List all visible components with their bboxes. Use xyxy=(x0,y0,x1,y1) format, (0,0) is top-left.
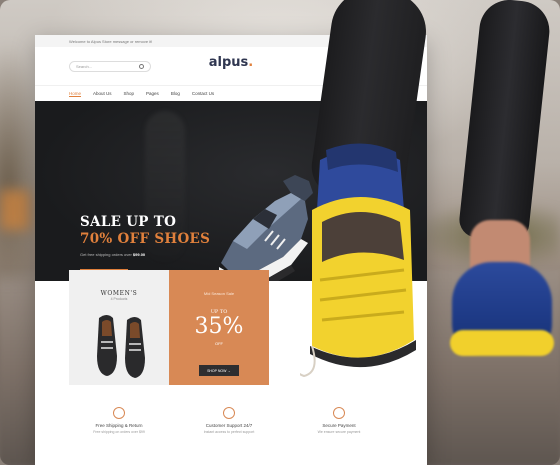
shipping-icon xyxy=(113,407,125,419)
welcome-message: Welcome to Alpus Store message or remove… xyxy=(69,38,153,44)
blurred-orange-object xyxy=(0,190,30,230)
search-placeholder: Search... xyxy=(76,63,93,69)
womens-title: WOMEN'S xyxy=(100,290,138,297)
payment-icon xyxy=(333,407,345,419)
logo-dot: . xyxy=(248,55,254,70)
womens-banner[interactable]: WOMEN'S 4 Products xyxy=(69,270,169,385)
feature-title: Customer Support 24/7 xyxy=(205,423,253,428)
feature-strip: Free Shipping & Return Free shipping on … xyxy=(69,407,389,434)
nav-item-pages[interactable]: Pages xyxy=(146,91,159,96)
feature-title: Free Shipping & Return xyxy=(95,423,143,428)
nav-item-blog[interactable]: Blog xyxy=(171,91,180,96)
support-icon xyxy=(223,407,235,419)
site-logo[interactable]: alpus. xyxy=(209,56,253,69)
hero-desc-amount: $99.00 xyxy=(132,252,146,257)
category-banners: WOMEN'S 4 Products Mid Season Sale UP TO… xyxy=(69,270,269,385)
nav-item-about[interactable]: About Us xyxy=(93,91,112,96)
feature-sub: Free shipping on orders over $99 xyxy=(93,430,145,434)
feature-shipping: Free Shipping & Return Free shipping on … xyxy=(69,407,169,434)
logo-text: alpus xyxy=(208,55,249,70)
hero-headline: SALE UP TO 70% OFF SHOES xyxy=(80,214,210,248)
feature-title: Secure Payment xyxy=(322,423,356,428)
runner-shoe-sole xyxy=(450,330,554,356)
nav-item-shop[interactable]: Shop xyxy=(124,91,135,96)
sale-banner[interactable]: Mid Season Sale UP TO 35% OFF SHOP NOW → xyxy=(169,270,269,385)
hero-headline-accent: 70% OFF SHOES xyxy=(80,231,211,247)
sale-off: OFF xyxy=(215,341,223,346)
womens-subtitle: 4 Products xyxy=(110,297,128,301)
womens-shoes-image xyxy=(97,315,145,378)
feature-support: Customer Support 24/7 Instant access to … xyxy=(179,407,279,434)
sale-percent: 35% xyxy=(194,314,244,339)
search-input[interactable]: Search... xyxy=(69,60,151,72)
runner-front-shoe xyxy=(300,143,416,378)
nav-item-contact[interactable]: Contact Us xyxy=(192,91,214,96)
feature-payment: Secure Payment We ensure secure payment xyxy=(289,407,389,434)
hero-description: Get free shipping orders over $99.00 xyxy=(80,252,145,257)
nav-item-home[interactable]: Home xyxy=(69,91,82,97)
hero-headline-line1: SALE UP TO xyxy=(80,214,177,230)
feature-sub: Instant access to perfect support xyxy=(203,430,255,434)
sale-tag: Mid Season Sale xyxy=(203,291,235,296)
feature-sub: We ensure secure payment xyxy=(317,430,361,434)
search-icon[interactable] xyxy=(139,63,144,69)
shop-now-button[interactable]: SHOP NOW → xyxy=(199,365,239,376)
hero-desc-text: Get free shipping orders over xyxy=(80,252,133,257)
